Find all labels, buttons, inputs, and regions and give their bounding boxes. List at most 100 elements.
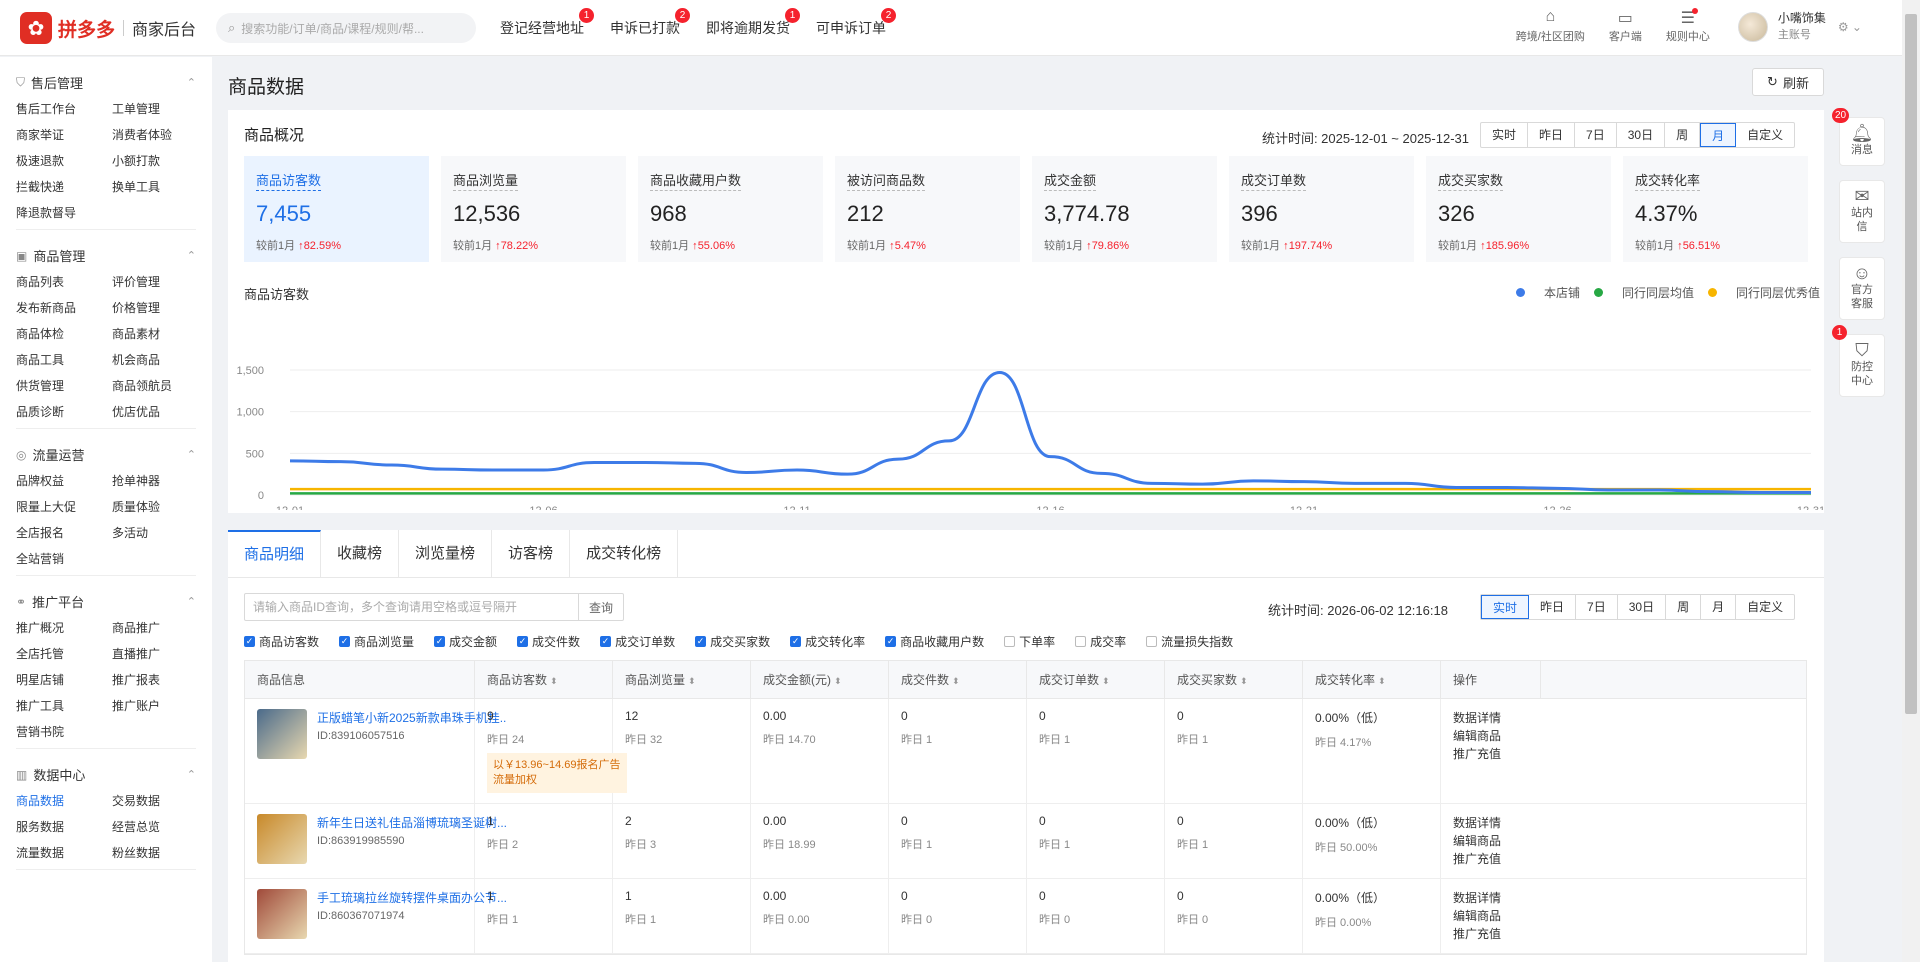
period-option[interactable]: 月 bbox=[1701, 595, 1737, 619]
metric-card[interactable]: 成交转化率 4.37% 较前1月 ↑56.51% bbox=[1623, 156, 1808, 262]
topnav-item-appeal-orders[interactable]: 可申诉订单 2 bbox=[816, 8, 896, 38]
period-option[interactable]: 实时 bbox=[1481, 595, 1530, 619]
operation-link[interactable]: 数据详情 bbox=[1453, 889, 1529, 907]
tab-1[interactable]: 收藏榜 bbox=[321, 530, 400, 577]
sidebar-item[interactable]: 全店报名 bbox=[16, 524, 112, 541]
metric-card[interactable]: 商品浏览量 12,536 较前1月 ↑78.22% bbox=[441, 156, 626, 262]
sidebar-section-header[interactable]: ⛉ 售后管理 ⌃ bbox=[16, 73, 196, 92]
column-header[interactable]: 商品浏览量 ⬍ bbox=[613, 661, 751, 698]
tab-0[interactable]: 商品明细 bbox=[228, 530, 322, 577]
sidebar-item[interactable]: 商品体检 bbox=[16, 325, 112, 342]
operation-link[interactable]: 数据详情 bbox=[1453, 709, 1529, 727]
float-mail[interactable]: ✉ 站内信 bbox=[1839, 180, 1885, 243]
sidebar-item[interactable]: 直播推广 bbox=[112, 645, 208, 662]
sidebar-item[interactable]: 推广报表 bbox=[112, 671, 208, 688]
scrollbar-thumb[interactable] bbox=[1905, 14, 1917, 714]
logo[interactable]: ✿ 拼多多 商家后台 bbox=[20, 12, 196, 44]
user-menu[interactable]: 小嘴饰集 主账号 ⚙ ⌄ bbox=[1737, 10, 1862, 44]
refresh-button[interactable]: ↻ 刷新 bbox=[1752, 68, 1824, 96]
period-option[interactable]: 7日 bbox=[1575, 123, 1617, 147]
metric-checkbox[interactable]: ✓ 商品浏览量 bbox=[339, 633, 424, 650]
sidebar-item[interactable]: 粉丝数据 bbox=[112, 844, 208, 861]
sidebar-item[interactable]: 交易数据 bbox=[112, 792, 208, 809]
metric-card[interactable]: 商品收藏用户数 968 较前1月 ↑55.06% bbox=[638, 156, 823, 262]
metric-checkbox[interactable]: ✓ 商品访客数 bbox=[244, 633, 329, 650]
sidebar-item[interactable]: 品质诊断 bbox=[16, 403, 112, 420]
float-shield-alert[interactable]: ⛉ 防控中心 1 bbox=[1832, 325, 1885, 397]
sidebar-item[interactable]: 评价管理 bbox=[112, 273, 208, 290]
metric-checkbox[interactable]: ✓ 成交订单数 bbox=[600, 633, 685, 650]
product-thumbnail[interactable] bbox=[257, 889, 307, 939]
period-option[interactable]: 30日 bbox=[1618, 595, 1667, 619]
metric-card[interactable]: 成交金额 3,774.78 较前1月 ↑79.86% bbox=[1032, 156, 1217, 262]
period-option[interactable]: 自定义 bbox=[1736, 595, 1794, 619]
sidebar-item[interactable]: 商品推广 bbox=[112, 619, 208, 636]
sidebar-item[interactable]: 商品列表 bbox=[16, 273, 112, 290]
operation-link[interactable]: 数据详情 bbox=[1453, 814, 1529, 832]
sidebar-item[interactable]: 小额打款 bbox=[112, 152, 208, 169]
period-option[interactable]: 周 bbox=[1666, 595, 1702, 619]
sidebar-item[interactable]: 售后工作台 bbox=[16, 100, 112, 117]
legend-item[interactable]: 同行同层均值 bbox=[1593, 284, 1694, 301]
topnav-item-overdue[interactable]: 即将逾期发货 1 bbox=[706, 8, 800, 38]
column-header[interactable]: 成交买家数 ⬍ bbox=[1165, 661, 1303, 698]
tab-2[interactable]: 浏览量榜 bbox=[399, 530, 493, 577]
operation-link[interactable]: 编辑商品 bbox=[1453, 832, 1529, 850]
ad-promo-tip[interactable]: 以￥13.96~14.69报名广告流量加权 bbox=[487, 753, 627, 793]
period-option[interactable]: 30日 bbox=[1617, 123, 1666, 147]
sidebar-item[interactable]: 商品素材 bbox=[112, 325, 208, 342]
sidebar-item[interactable]: 优店优品 bbox=[112, 403, 208, 420]
metric-checkbox[interactable]: ✓ 成交转化率 bbox=[790, 633, 875, 650]
product-id-query-input[interactable]: 请输入商品ID查询，多个查询请用空格或逗号隔开 查询 bbox=[244, 593, 624, 621]
sidebar-item[interactable]: 商品工具 bbox=[16, 351, 112, 368]
tab-4[interactable]: 成交转化榜 bbox=[570, 530, 679, 577]
sidebar-item[interactable]: 推广账户 bbox=[112, 697, 208, 714]
topnav-item-appeal-paid[interactable]: 申诉已打款 2 bbox=[610, 8, 690, 38]
search-input[interactable]: ⌕ 搜索功能/订单/商品/课程/规则/帮... bbox=[216, 13, 476, 43]
legend-item[interactable]: 本店铺 bbox=[1515, 284, 1580, 301]
metric-checkbox[interactable]: 成交率 bbox=[1075, 633, 1136, 650]
sidebar-item[interactable]: 价格管理 bbox=[112, 299, 208, 316]
sidebar-item[interactable]: 推广概况 bbox=[16, 619, 112, 636]
operation-link[interactable]: 编辑商品 bbox=[1453, 907, 1529, 925]
period-option[interactable]: 昨日 bbox=[1528, 123, 1576, 147]
sidebar-item[interactable]: 质量体验 bbox=[112, 498, 208, 515]
metric-checkbox[interactable]: ✓ 商品收藏用户数 bbox=[885, 633, 994, 650]
period-option[interactable]: 实时 bbox=[1481, 123, 1529, 147]
query-button[interactable]: 查询 bbox=[579, 599, 623, 616]
metric-checkbox[interactable]: ✓ 成交买家数 bbox=[695, 633, 780, 650]
sidebar-section-header[interactable]: ▣ 商品管理 ⌃ bbox=[16, 246, 196, 265]
column-header[interactable]: 成交转化率 ⬍ bbox=[1303, 661, 1441, 698]
tab-3[interactable]: 访客榜 bbox=[492, 530, 571, 577]
sidebar-item[interactable]: 营销书院 bbox=[16, 723, 112, 740]
sidebar-section-header[interactable]: ▥ 数据中心 ⌃ bbox=[16, 765, 196, 784]
sidebar-item[interactable]: 消费者体验 bbox=[112, 126, 208, 143]
metric-card[interactable]: 成交订单数 396 较前1月 ↑197.74% bbox=[1229, 156, 1414, 262]
sidebar-item[interactable]: 推广工具 bbox=[16, 697, 112, 714]
operation-link[interactable]: 编辑商品 bbox=[1453, 727, 1529, 745]
operation-link[interactable]: 推广充值 bbox=[1453, 925, 1529, 943]
metric-card[interactable]: 被访问商品数 212 较前1月 ↑5.47% bbox=[835, 156, 1020, 262]
column-header[interactable]: 成交金额(元) ⬍ bbox=[751, 661, 889, 698]
metric-card[interactable]: 商品访客数 7,455 较前1月 ↑82.59% bbox=[244, 156, 429, 262]
sidebar-item[interactable]: 品牌权益 bbox=[16, 472, 112, 489]
product-thumbnail[interactable] bbox=[257, 814, 307, 864]
metric-checkbox[interactable]: 流量损失指数 bbox=[1146, 633, 1243, 650]
period-option[interactable]: 昨日 bbox=[1529, 595, 1577, 619]
sidebar-item[interactable]: 拦截快递 bbox=[16, 178, 112, 195]
sidebar-item[interactable]: 机会商品 bbox=[112, 351, 208, 368]
legend-item[interactable]: 同行同层优秀值 bbox=[1707, 284, 1820, 301]
cross-border-link[interactable]: ⌂ 跨境/社区团购 bbox=[1516, 8, 1585, 44]
sidebar-item[interactable]: 换单工具 bbox=[112, 178, 208, 195]
metric-checkbox[interactable]: ✓ 成交金额 bbox=[434, 633, 507, 650]
sidebar-section-header[interactable]: ◎ 流量运营 ⌃ bbox=[16, 445, 196, 464]
period-option[interactable]: 月 bbox=[1700, 123, 1737, 147]
sidebar-item[interactable]: 流量数据 bbox=[16, 844, 112, 861]
sidebar-item[interactable]: 经营总览 bbox=[112, 818, 208, 835]
float-bell[interactable]: 🔔︎ 消息 20 bbox=[1832, 108, 1885, 166]
sidebar-item[interactable]: 供货管理 bbox=[16, 377, 112, 394]
client-link[interactable]: ▭ 客户端 bbox=[1609, 8, 1642, 44]
operation-link[interactable]: 推广充值 bbox=[1453, 850, 1529, 868]
sidebar-item[interactable]: 抢单神器 bbox=[112, 472, 208, 489]
sidebar-item[interactable]: 多活动 bbox=[112, 524, 208, 541]
